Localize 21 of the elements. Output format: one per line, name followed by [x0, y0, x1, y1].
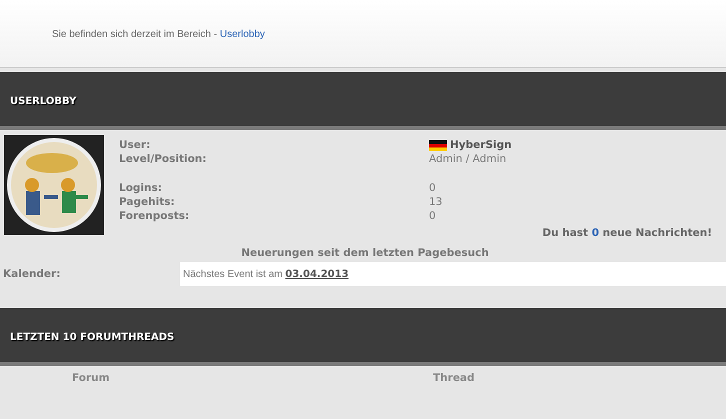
column-header: Forum: [72, 372, 111, 384]
calendar-label: Kalender:: [3, 268, 62, 280]
field-label: Logins:: [119, 181, 163, 195]
field-label: Level/Position:: [119, 152, 208, 166]
news-heading: Neuerungen seit dem letzten Pagebesuch: [240, 247, 490, 259]
field-value: 13: [429, 195, 444, 209]
field-value: 0: [429, 181, 437, 195]
message-notice: Du hast 0 neue Nachrichten!: [541, 227, 713, 239]
section-title: LETZTEN 10 FORUMTHREADS: [10, 332, 174, 342]
field-label: Pagehits:: [119, 195, 176, 209]
field-value: Admin / Admin: [429, 152, 508, 166]
flag-icon: [429, 140, 447, 150]
user-name: HyberSign: [450, 138, 512, 152]
calendar-event: Nächstes Event ist am 03.04.2013: [180, 262, 726, 286]
field-label: User:: [119, 138, 152, 152]
field-value: 0: [429, 209, 437, 223]
section-title: USERLOBBY: [10, 96, 76, 106]
breadcrumb: Sie befinden sich derzeit im Bereich - Userlobby: [52, 29, 265, 40]
column-header: Thread: [433, 372, 476, 384]
field-label: Forenposts:: [119, 209, 190, 223]
breadcrumb-link[interactable]: Userlobby: [220, 29, 265, 40]
